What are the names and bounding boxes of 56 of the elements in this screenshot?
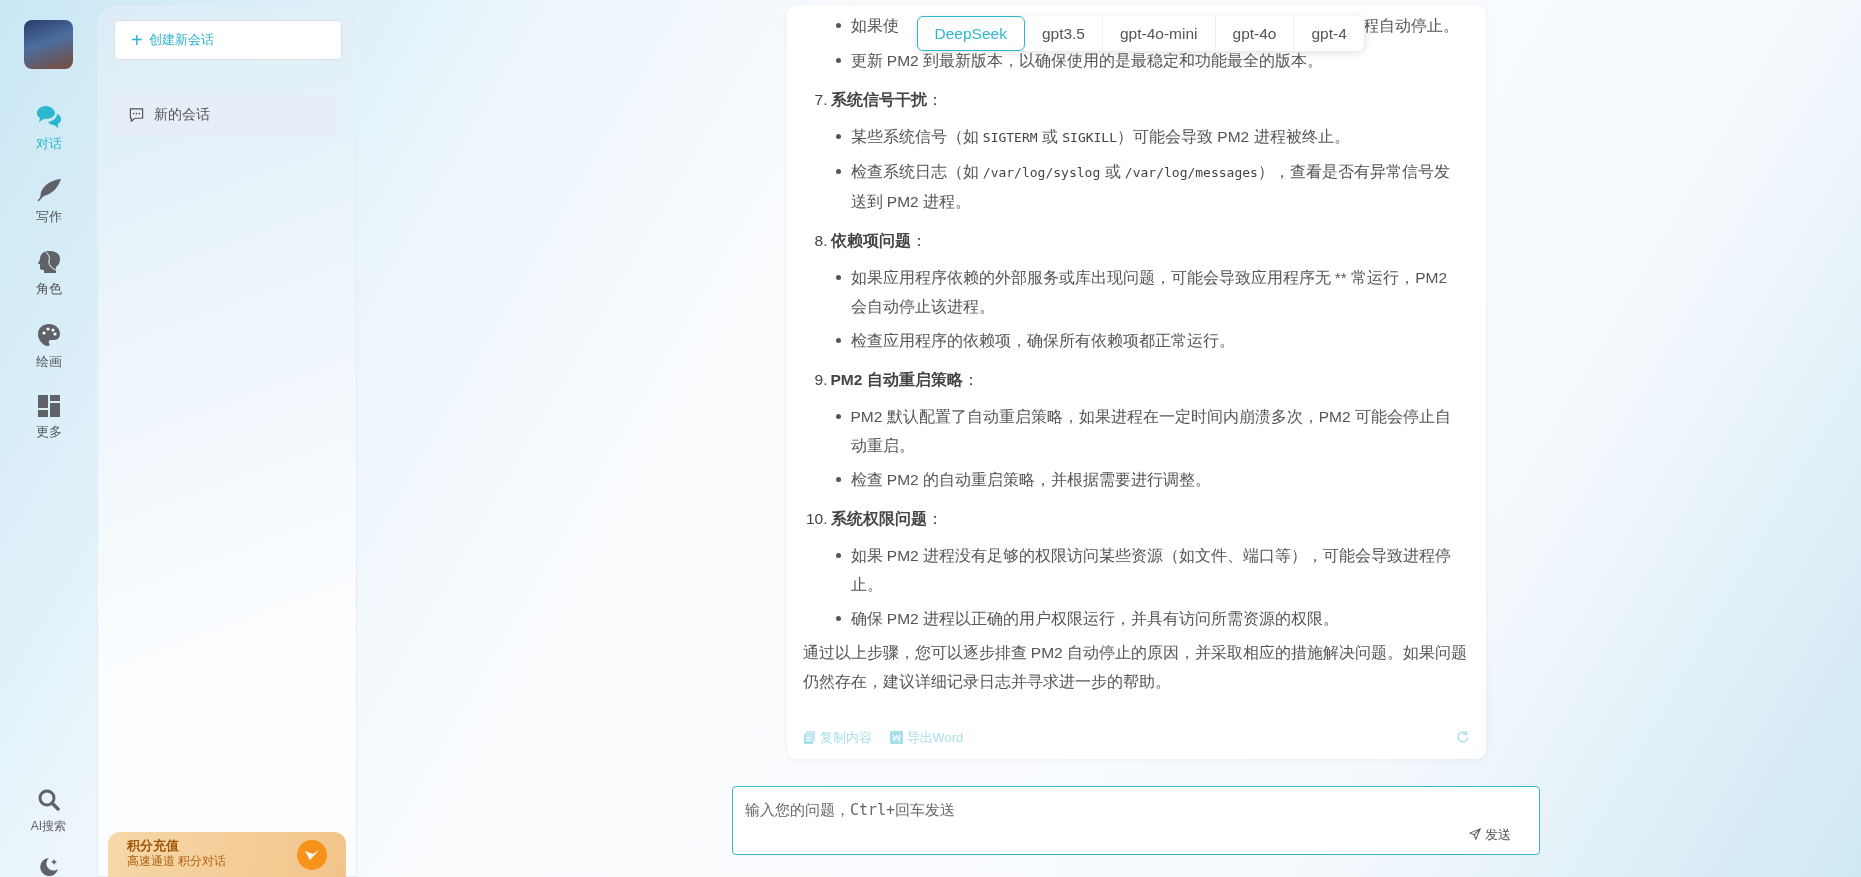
message-icon (129, 106, 144, 122)
list-number: 7. (813, 90, 829, 110)
list-item-text: PM2 默认配置了自动重启策略，如果进程在一定时间内崩溃多次，PM2 可能会停止自动重启。 (850, 407, 1452, 456)
chat-bubbles-icon (35, 105, 62, 129)
section-heading: PM2 自动重启策略： (830, 370, 979, 390)
copy-icon (802, 730, 816, 744)
section-heading: 系统权限问题： (830, 509, 943, 529)
question-input[interactable]: 输入您的问题，Ctrl+回车发送 发送 (732, 786, 1540, 855)
recharge-subtitle: 高速通道 积分对话 (127, 854, 227, 869)
avatar-image[interactable] (24, 20, 73, 69)
list-number: 9. (813, 370, 829, 390)
list-item-text: 如果应用程序依赖的外部服务或库出现问题，可能会导致应用程序无 ** 常运行，PM2 会自动停止该进程。 (850, 268, 1449, 317)
bullet-icon (835, 275, 841, 280)
list-number: 10. (804, 509, 829, 529)
badge-icon (297, 840, 327, 870)
list-item-text: 检查 PM2 的自动重启策略，并根据需要进行调整。 (850, 470, 1212, 490)
list-item-text: 确保 PM2 进程以正确的用户权限运行，并具有访问所需资源的权限。 (850, 609, 1340, 629)
nav-item[interactable]: 绘画 (35, 322, 62, 371)
plus-icon: + (131, 30, 143, 50)
nav-item[interactable]: 写作 (35, 177, 62, 226)
bullet-icon (835, 477, 841, 482)
palette-icon (36, 322, 61, 347)
list-number: 8. (813, 231, 829, 251)
bullet-icon (835, 616, 841, 621)
nav-item[interactable]: 更多 (35, 395, 62, 442)
recharge-card[interactable]: 积分充值 高速通道 积分对话 (108, 832, 346, 877)
bullet-icon (835, 414, 841, 419)
model-tab[interactable]: gpt-4o (1215, 16, 1295, 51)
search-icon (37, 789, 60, 811)
moon-icon[interactable] (37, 857, 60, 877)
model-tab[interactable]: gpt-4 (1294, 16, 1365, 51)
section-heading: 依赖项问题： (830, 231, 927, 251)
bullet-icon (835, 58, 841, 63)
nav-item[interactable]: 角色 (35, 250, 62, 299)
send-button[interactable]: 发送 (1469, 824, 1511, 844)
list-item-text: 某些系统信号（如 SIGTERM 或 SIGKILL）可能会导致 PM2 进程被终止。 (850, 127, 1351, 147)
send-icon (1469, 828, 1481, 841)
feather-icon (35, 177, 62, 202)
list-item-text: 检查应用程序的依赖项，确保所有依赖项都正常运行。 (850, 331, 1236, 351)
bullet-icon (835, 338, 841, 343)
list-item-text: 如果使 (850, 16, 899, 36)
recharge-title: 积分充值 (127, 838, 180, 854)
ai-search-item[interactable]: AI搜索 (30, 789, 67, 835)
model-tab[interactable]: gpt-4o-mini (1103, 16, 1216, 51)
list-item-text: 检查系统日志（如 /var/log/syslog 或 /var/log/messages），查看是否有异常信号发送到 PM2 进程。 (850, 162, 1451, 212)
model-tab[interactable]: gpt3.5 (1024, 16, 1103, 51)
head-profile-icon (36, 250, 61, 274)
list-item-text: 更新 PM2 到最新版本，以确保使用的是最稳定和功能最全的版本。 (850, 51, 1324, 71)
bullet-icon (835, 553, 841, 558)
dashboard-grid-icon (37, 395, 60, 417)
bullet-icon (835, 23, 841, 28)
summary-paragraph: 通过以上步骤，您可以逐步排查 PM2 自动停止的原因，并采取相应的措施解决问题。如果问题仍然存在，建议详细记录日志并寻求进一步的帮助。 (802, 643, 1468, 692)
section-heading: 系统信号干扰： (830, 90, 943, 110)
bullet-icon (835, 134, 841, 139)
bullet-icon (835, 169, 841, 174)
list-item-text: 如果 PM2 进程没有足够的权限访问某些资源（如文件、端口等），可能会导致进程停止。 (850, 546, 1452, 595)
